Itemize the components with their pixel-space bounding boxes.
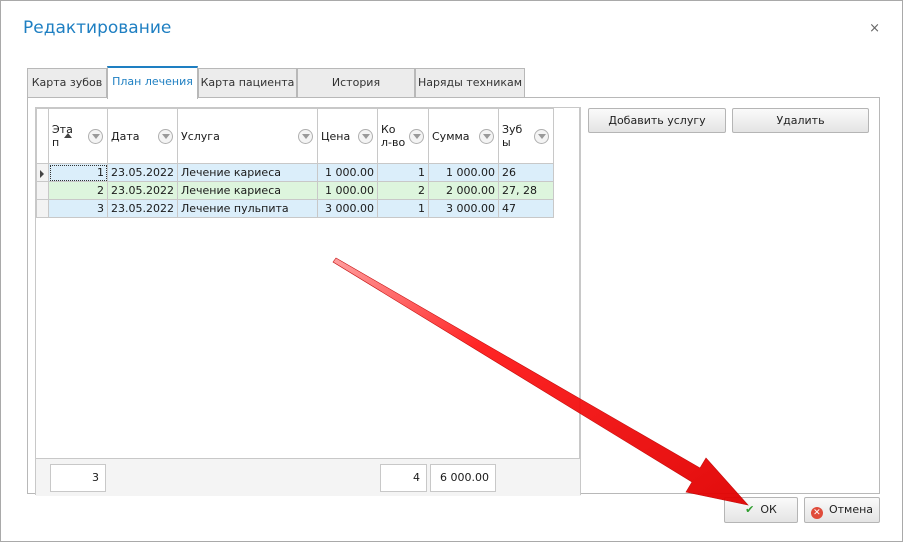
tab-technician-orders[interactable]: Наряды техникам — [415, 68, 525, 98]
table-row[interactable]: 3 23.05.2022 Лечение пульпита 3 000.00 1… — [36, 199, 554, 218]
dialog-title: Редактирование — [23, 18, 172, 38]
cancel-button[interactable]: ✕ Отмена — [804, 497, 880, 523]
tab-treatment-plan[interactable]: План лечения — [107, 66, 198, 99]
table-row[interactable]: 1 23.05.2022 Лечение кариеса 1 000.00 1 … — [36, 163, 554, 182]
grid-footer: 3 4 6 000.00 — [36, 458, 581, 496]
tab-visit-history[interactable]: История посещений — [297, 68, 415, 117]
tab-patient-card[interactable]: Карта пациента — [198, 68, 297, 98]
filter-icon[interactable] — [479, 129, 494, 144]
filter-icon[interactable] — [409, 129, 424, 144]
cell-teeth[interactable]: 27, 28 — [498, 181, 554, 200]
header-row: Эта п Дата Услуга Цена Ко л-во Сумма Зуб… — [36, 108, 554, 164]
cancel-button-label: Отмена — [828, 503, 874, 516]
current-row-pointer-icon — [40, 170, 44, 178]
cell-date[interactable]: 23.05.2022 — [107, 163, 178, 182]
ok-button[interactable]: ✔ ОК — [724, 497, 798, 523]
price-header-label: Цена — [321, 129, 351, 143]
delete-button[interactable]: Удалить — [732, 108, 869, 133]
service-header-label: Услуга — [181, 129, 220, 143]
close-icon[interactable]: × — [869, 21, 880, 36]
cell-qty[interactable]: 2 — [377, 181, 429, 200]
ok-button-label: ОК — [760, 503, 777, 516]
footer-count: 3 — [50, 464, 106, 492]
qty-header-label: Ко л-во — [381, 123, 406, 149]
cell-date[interactable]: 23.05.2022 — [107, 181, 178, 200]
add-service-button[interactable]: Добавить услугу — [588, 108, 726, 133]
cell-qty[interactable]: 1 — [377, 163, 429, 182]
cell-price[interactable]: 3 000.00 — [317, 199, 378, 218]
table-row[interactable]: 2 23.05.2022 Лечение кариеса 1 000.00 2 … — [36, 181, 554, 200]
column-header-price[interactable]: Цена — [317, 108, 378, 164]
column-header-date[interactable]: Дата — [107, 108, 178, 164]
filter-icon[interactable] — [358, 129, 373, 144]
sum-header-label: Сумма — [432, 129, 470, 143]
column-header-stage[interactable]: Эта п — [48, 108, 108, 164]
cell-sum[interactable]: 1 000.00 — [428, 163, 499, 182]
date-header-label: Дата — [111, 129, 140, 143]
row-indicator — [36, 199, 49, 218]
filter-icon[interactable] — [158, 129, 173, 144]
filter-icon[interactable] — [88, 129, 103, 144]
cell-date[interactable]: 23.05.2022 — [107, 199, 178, 218]
cell-qty[interactable]: 1 — [377, 199, 429, 218]
sort-ascending-icon — [64, 133, 72, 138]
cell-price[interactable]: 1 000.00 — [317, 163, 378, 182]
tab-panel: Эта п Дата Услуга Цена Ко л-во Сумма Зуб… — [27, 97, 880, 496]
services-table: Эта п Дата Услуга Цена Ко л-во Сумма Зуб… — [36, 108, 554, 218]
teeth-header-label: Зуб ы — [502, 123, 523, 149]
cell-teeth[interactable]: 47 — [498, 199, 554, 218]
tab-dental-chart[interactable]: Карта зубов — [27, 68, 107, 98]
cell-service[interactable]: Лечение кариеса — [177, 163, 318, 182]
row-indicator — [36, 163, 49, 182]
cell-price[interactable]: 1 000.00 — [317, 181, 378, 200]
row-indicator — [36, 181, 49, 200]
cell-sum[interactable]: 3 000.00 — [428, 199, 499, 218]
filter-icon[interactable] — [534, 129, 549, 144]
cell-stage[interactable]: 2 — [48, 181, 108, 200]
cell-sum[interactable]: 2 000.00 — [428, 181, 499, 200]
cell-stage[interactable]: 3 — [48, 199, 108, 218]
cell-teeth[interactable]: 26 — [498, 163, 554, 182]
column-header-sum[interactable]: Сумма — [428, 108, 499, 164]
cell-service[interactable]: Лечение пульпита — [177, 199, 318, 218]
footer-sum-total: 6 000.00 — [430, 464, 496, 492]
column-header-qty[interactable]: Ко л-во — [377, 108, 429, 164]
column-header-teeth[interactable]: Зуб ы — [498, 108, 554, 164]
column-header-service[interactable]: Услуга — [177, 108, 318, 164]
cell-service[interactable]: Лечение кариеса — [177, 181, 318, 200]
row-indicator-header — [36, 108, 49, 164]
checkmark-icon: ✔ — [745, 503, 755, 516]
filter-icon[interactable] — [298, 129, 313, 144]
cancel-icon: ✕ — [810, 507, 823, 519]
edit-dialog: Редактирование × Карта зубов План лечени… — [0, 0, 903, 542]
footer-qty-total: 4 — [380, 464, 427, 492]
services-grid: Эта п Дата Услуга Цена Ко л-во Сумма Зуб… — [35, 107, 581, 496]
cell-stage[interactable]: 1 — [48, 163, 108, 182]
panel-divider — [580, 107, 581, 495]
